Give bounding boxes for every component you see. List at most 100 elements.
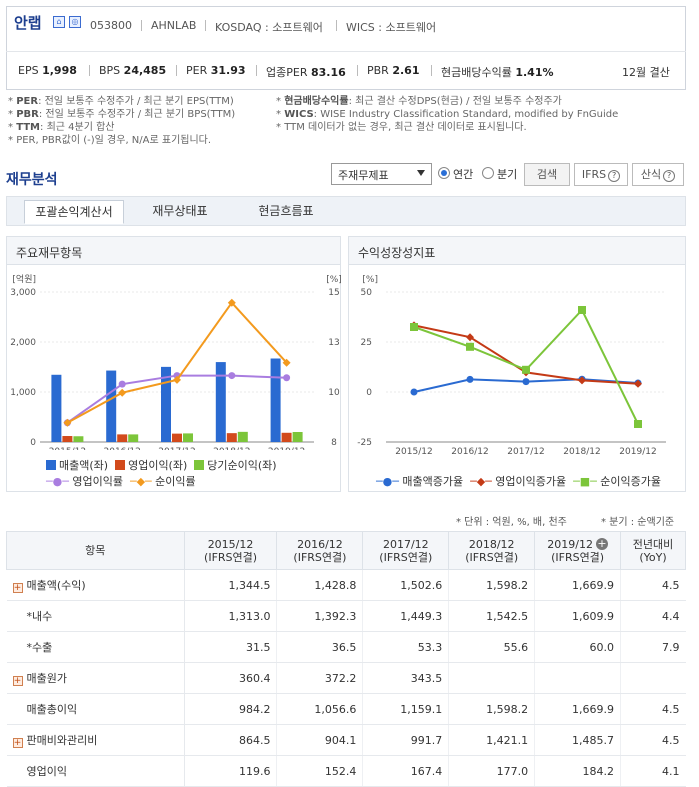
header-year[interactable]: 2015/12 (IFRS연결) [183, 531, 278, 570]
bar [51, 374, 62, 442]
note-line: * TTM: 최근 4분기 합산 [8, 122, 115, 133]
ir-icon[interactable]: ◎ [69, 16, 81, 28]
data-point [410, 388, 418, 396]
x-tick-label: 2015/12 [49, 447, 86, 450]
row-label[interactable]: + 판매비와관리비 [6, 724, 185, 756]
table-cell-yoy: 4.1 [620, 755, 686, 787]
y-axis-label: [%] [326, 275, 341, 285]
table-cell: 119.6 [184, 755, 278, 787]
stock-code: 053800 [90, 19, 132, 32]
bar [62, 436, 73, 442]
table-cell: 1,313.0 [184, 600, 278, 632]
note-line: * TTM 데이터가 없는 경우, 최근 결산 데이터로 표시됩니다. [276, 122, 527, 133]
table-cell: 177.0 [448, 755, 536, 787]
legend-line-icon: ─◆─ [470, 475, 492, 488]
table-cell: 1,449.3 [362, 600, 450, 632]
bar [73, 436, 84, 442]
expand-icon[interactable]: + [12, 738, 23, 748]
help-icon: ? [608, 170, 621, 182]
x-tick-label: 2018/12 [563, 447, 600, 456]
y-tick-label: 3,000 [10, 288, 36, 298]
legend-item[interactable]: 순이익률 [155, 475, 195, 488]
stat-dividend-yield: 현금배당수익률 1.41% [441, 66, 554, 79]
table-row: *내수 1,313.0 1,392.3 1,449.3 1,542.5 1,609.9 4.… [6, 600, 686, 632]
table-cell: 53.3 [362, 631, 450, 663]
y-tick-label: -25 [357, 438, 372, 448]
table-cell [534, 662, 622, 694]
radio-annual-label[interactable]: 연간 [453, 166, 473, 182]
expand-icon[interactable]: + [12, 676, 23, 686]
y-tick-label: 25 [361, 338, 372, 348]
tab-cash-flow[interactable]: 현금흐름표 [238, 200, 334, 224]
main-chart-plot: [억원] [%] 3,000 15 2,000 13 1,000 10 0 8 2015/12 201… [10, 273, 341, 450]
y-tick-label: 13 [328, 338, 339, 348]
statement-select[interactable]: 주재무제표 [331, 163, 432, 185]
note-line: * WICS: WISE Industry Classification Sta… [276, 109, 619, 120]
table-cell-yoy: 4.5 [620, 693, 686, 725]
chevron-down-icon [417, 170, 425, 176]
header-yoy: 전년대비 (YoY) [620, 531, 686, 570]
y-tick-label: 0 [366, 388, 372, 398]
header-year[interactable]: 2017/12 (IFRS연결) [362, 531, 450, 570]
formula-button[interactable]: 산식? [632, 163, 684, 186]
header-year[interactable]: 2018/12 (IFRS연결) [448, 531, 536, 570]
radio-annual[interactable] [438, 167, 450, 179]
legend-line-icon: ─■─ [573, 475, 597, 488]
company-name[interactable]: 안랩 [14, 12, 42, 33]
x-tick-label: 2016/12 [451, 447, 488, 456]
legend-item[interactable]: 당기순이익(좌) [207, 459, 276, 472]
wics-info: WICS : 소프트웨어 [346, 21, 437, 34]
table-cell: 1,542.5 [448, 600, 536, 632]
divider [89, 65, 90, 76]
ifrs-button[interactable]: IFRS? [574, 163, 628, 186]
stat-industry-per: 업종PER 83.16 [266, 66, 346, 79]
search-button[interactable]: 검색 [524, 163, 570, 186]
legend-item[interactable]: 매출액(좌) [59, 459, 108, 472]
header-year[interactable]: 2016/12 (IFRS연결) [276, 531, 364, 570]
bar [226, 433, 237, 442]
legend-item[interactable]: 영업이익증가율 [495, 475, 566, 488]
radio-quarter[interactable] [482, 167, 494, 179]
row-label[interactable]: + 매출액(수익) [6, 569, 185, 601]
add-column-icon[interactable]: + [595, 537, 608, 550]
table-cell-yoy: 4.4 [620, 600, 686, 632]
data-point [466, 342, 474, 351]
home-icon[interactable]: ⌂ [53, 16, 65, 28]
tab-income-statement[interactable]: 포괄손익계산서 [24, 200, 124, 224]
note-line: * PER: 전일 보통주 수정주가 / 최근 분기 EPS(TTM) [8, 96, 234, 107]
legend-swatch [46, 460, 56, 470]
radio-quarter-label[interactable]: 분기 [497, 166, 517, 182]
financial-table: 항목 2015/12 (IFRS연결) 2016/12 (IFRS연결) 2017/… [6, 531, 686, 787]
expand-icon[interactable]: + [12, 583, 23, 593]
table-cell: 360.4 [184, 662, 278, 694]
table-cell: 1,669.9 [534, 569, 622, 601]
stat-bps: BPS 24,485 [99, 64, 167, 77]
tab-balance-sheet[interactable]: 재무상태표 [132, 200, 228, 224]
row-label-text: *수출 [26, 641, 53, 654]
header-year[interactable]: 2019/12 + (IFRS연결) [534, 531, 622, 570]
table-cell [448, 662, 536, 694]
row-label: *수출 [6, 631, 185, 663]
legend-item[interactable]: 영업이익(좌) [128, 459, 187, 472]
legend-line-icon: ─●─ [46, 475, 69, 488]
y-axis-label: [억원] [12, 273, 36, 285]
table-cell: 60.0 [534, 631, 622, 663]
row-label-text: 판매비와관리비 [26, 734, 98, 747]
note-line: * PER, PBR값이 (-)일 경우, N/A로 표기됩니다. [8, 135, 212, 146]
growth-chart-plot: [%] 50 25 0 -25 2015/12 2016/12 2017/12 2018/12 2… [357, 275, 666, 456]
table-cell: 1,669.9 [534, 693, 622, 725]
divider [336, 20, 337, 31]
row-label[interactable]: + 매출원가 [6, 662, 185, 694]
legend-item[interactable]: 매출액증가율 [402, 475, 463, 488]
legend-item[interactable]: 순이익증가율 [600, 475, 661, 488]
series-line [66, 301, 288, 424]
data-point [578, 306, 586, 314]
table-cell: 184.2 [534, 755, 622, 787]
table-cell: 1,421.1 [448, 724, 536, 756]
table-body: + 매출액(수익) 1,344.5 1,428.8 1,502.6 1,598.2 1,66… [6, 569, 686, 787]
legend-item[interactable]: 영업이익률 [72, 475, 123, 488]
data-point [118, 380, 126, 388]
legend-line-icon: ─◆─ [129, 475, 152, 488]
row-label-text: *내수 [26, 610, 53, 623]
row-label-text: 매출총이익 [26, 703, 78, 716]
